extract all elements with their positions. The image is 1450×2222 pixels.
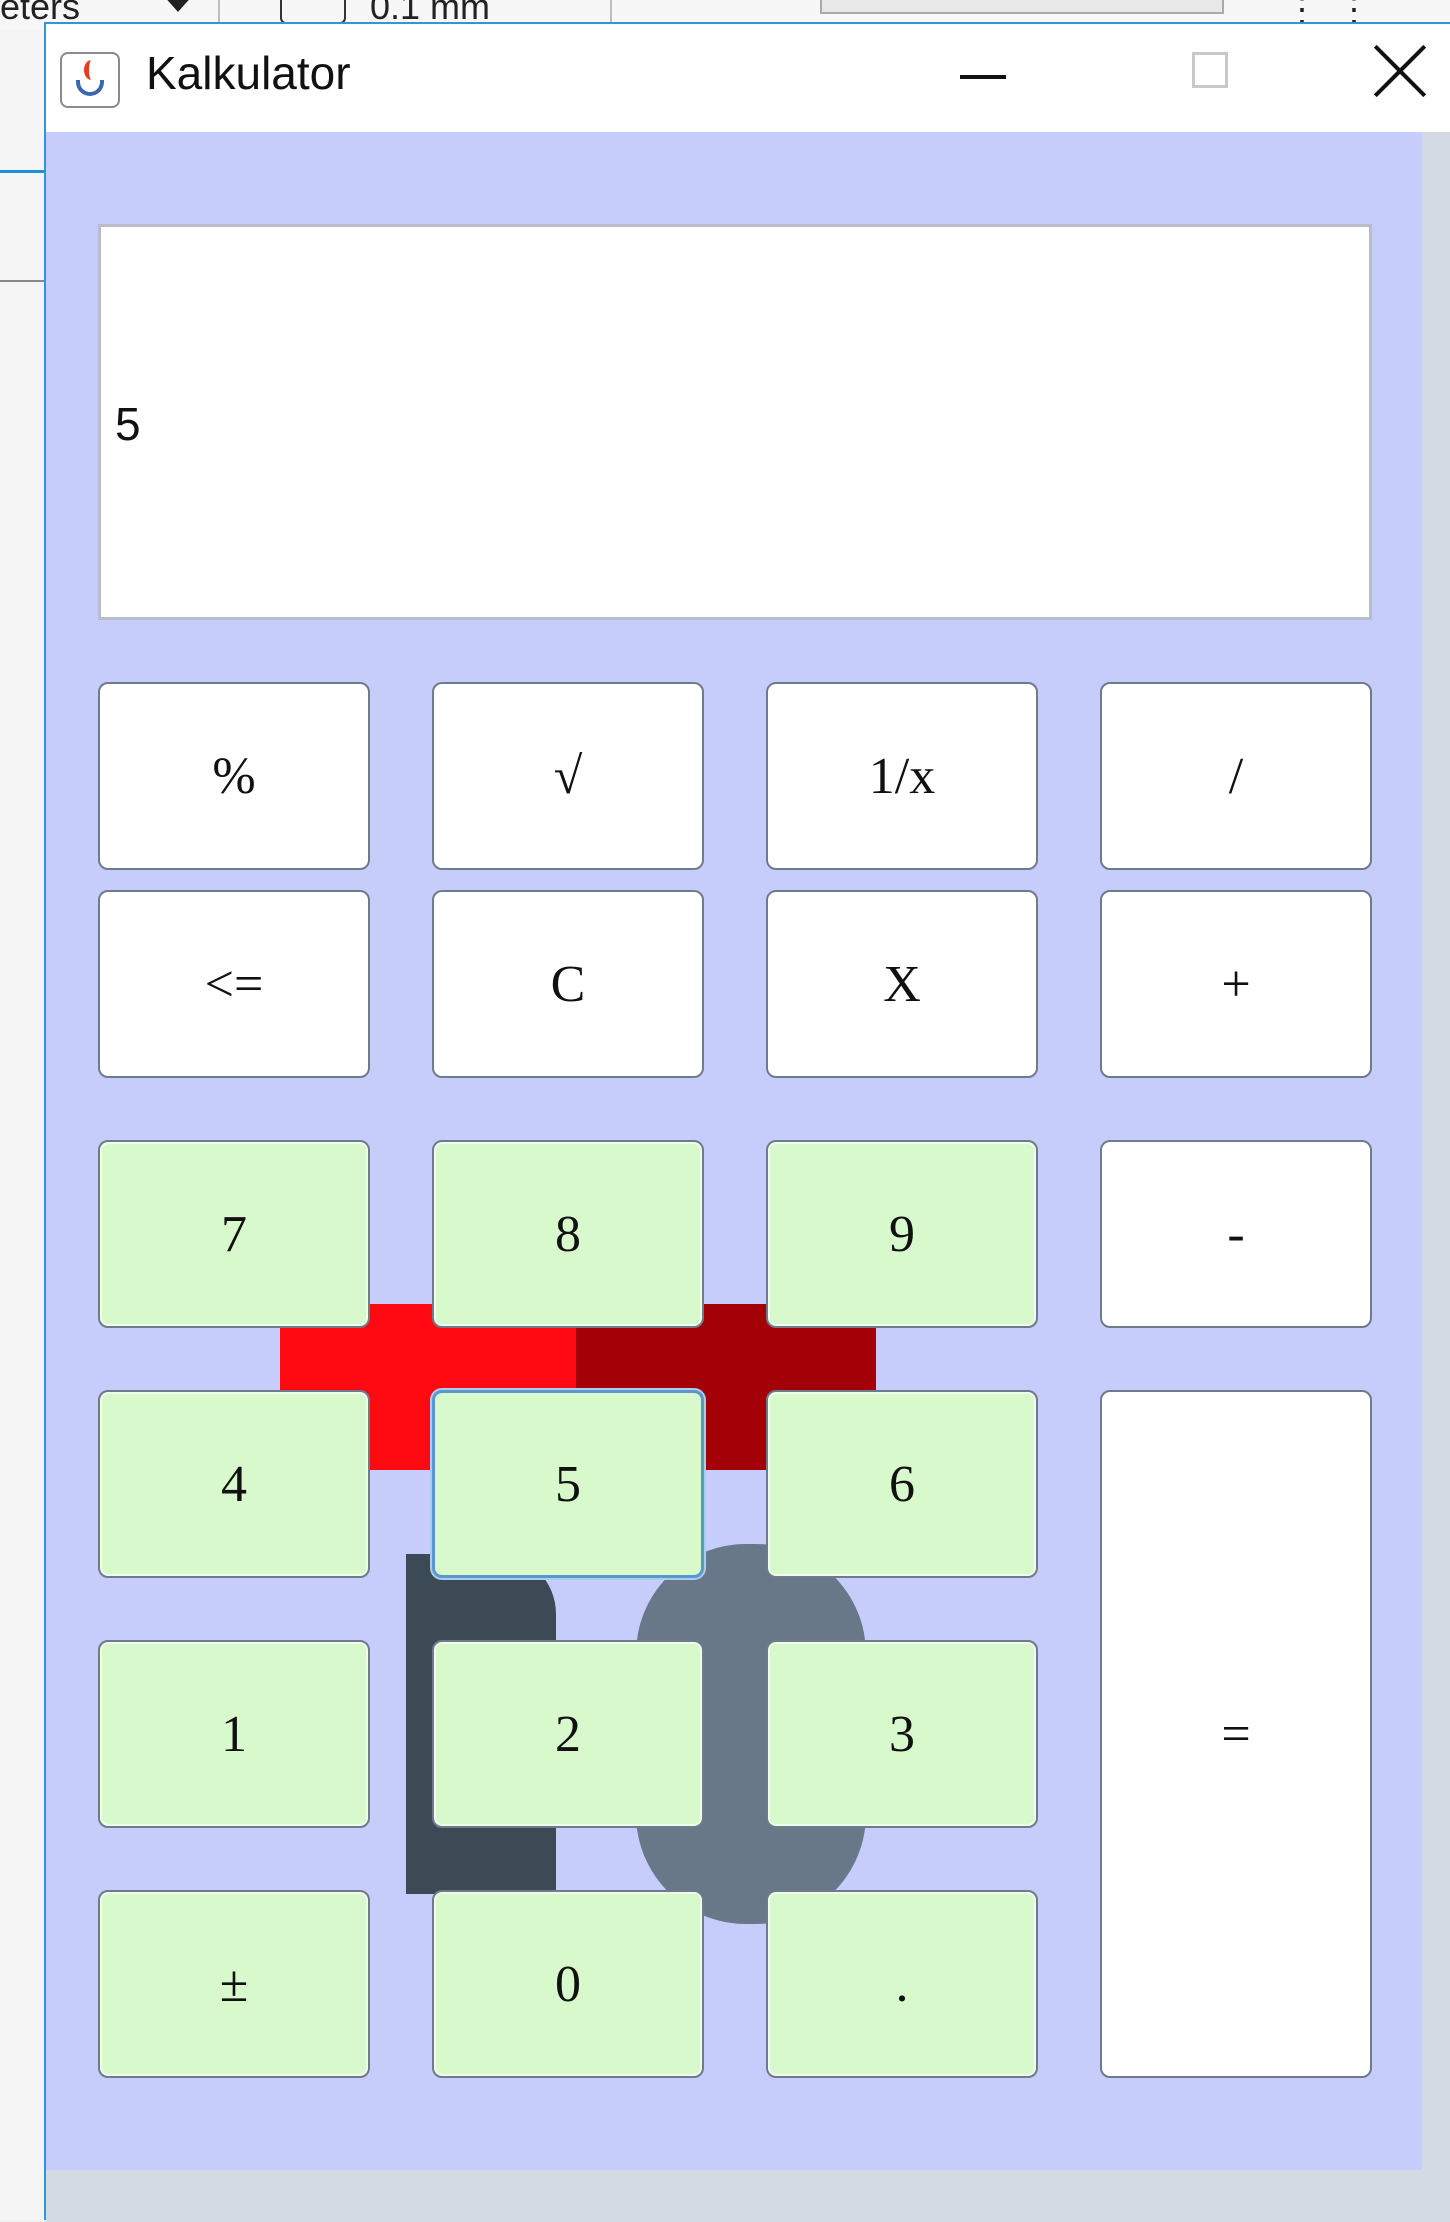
digit-9-button[interactable]: 9 [766,1140,1038,1328]
digit-0-button[interactable]: 0 [432,1890,704,2078]
minimize-button[interactable] [898,24,1078,132]
digit-3-button[interactable]: 3 [766,1640,1038,1828]
equals-button[interactable]: = [1100,1390,1372,2078]
calculator-display[interactable]: 5 [98,224,1372,620]
clear-button[interactable]: C [432,890,704,1078]
maximize-button[interactable] [1086,24,1266,132]
decimal-point-button[interactable]: . [766,1890,1038,2078]
digit-6-button[interactable]: 6 [766,1390,1038,1578]
java-cup-icon [60,52,120,108]
plus-button[interactable]: + [1100,890,1372,1078]
background-divider [0,280,44,282]
title-bar[interactable]: Kalkulator [46,24,1450,132]
divide-button[interactable]: / [1100,682,1372,870]
background-side-panel [0,30,44,2220]
background-accent-line [0,170,44,173]
window-bottom-edge [46,2170,1450,2222]
reciprocal-button[interactable]: 1/x [766,682,1038,870]
close-button[interactable] [1270,24,1450,132]
minus-button[interactable]: - [1100,1140,1372,1328]
close-icon [1370,42,1432,104]
minimize-icon [960,75,1006,79]
digit-4-button[interactable]: 4 [98,1390,370,1578]
background-slider[interactable] [820,0,1224,14]
window-right-edge [1422,132,1450,2222]
display-value: 5 [115,398,141,450]
window-title: Kalkulator [146,47,351,99]
digit-5-button[interactable]: 5 [432,1390,704,1578]
dropdown-arrow-icon[interactable] [162,0,194,12]
digit-8-button[interactable]: 8 [432,1140,704,1328]
square-root-button[interactable]: √ [432,682,704,870]
plus-minus-button[interactable]: ± [98,1890,370,2078]
multiply-button[interactable]: X [766,890,1038,1078]
calculator-window: Kalkulator 5 % √ 1/x / <= C X + 7 8 9 - … [44,22,1450,2222]
digit-7-button[interactable]: 7 [98,1140,370,1328]
backspace-button[interactable]: <= [98,890,370,1078]
digit-1-button[interactable]: 1 [98,1640,370,1828]
maximize-icon [1192,52,1228,88]
percent-button[interactable]: % [98,682,370,870]
digit-2-button[interactable]: 2 [432,1640,704,1828]
spinner-icon[interactable] [280,0,346,24]
